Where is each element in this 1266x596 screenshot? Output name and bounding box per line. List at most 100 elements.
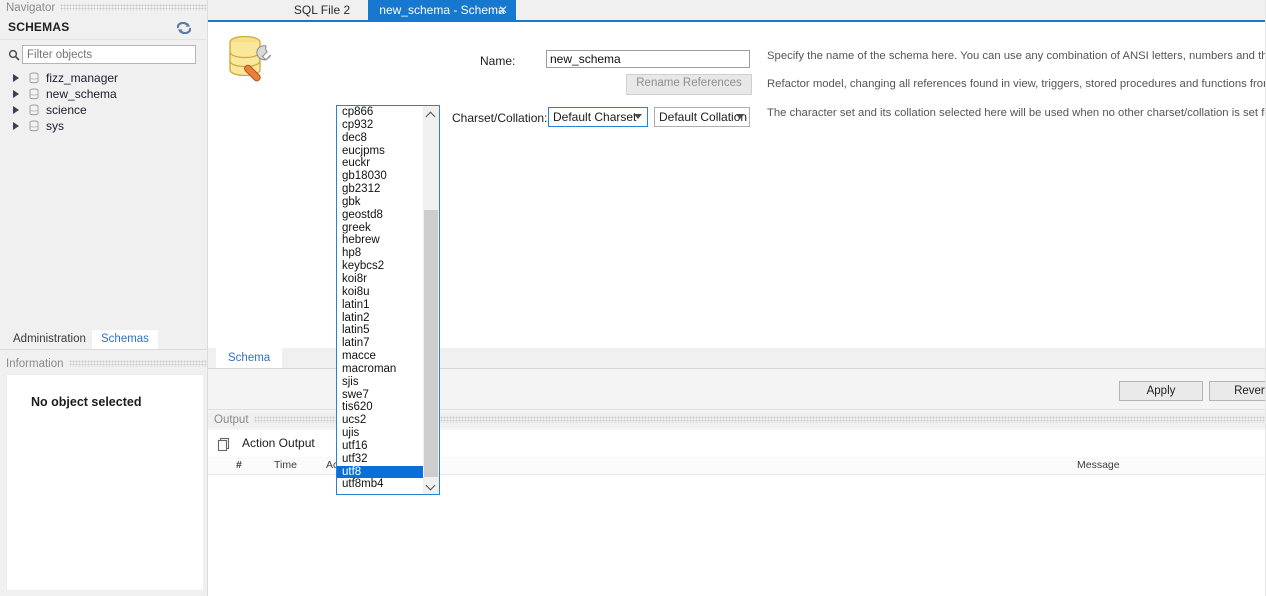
- charset-option-gbk[interactable]: gbk: [337, 196, 423, 209]
- chevron-up-icon[interactable]: [423, 106, 439, 122]
- navigator-caption-label: Navigator: [6, 2, 56, 14]
- tree-item-label: fizz_manager: [46, 71, 119, 85]
- tree-item-fizz-manager[interactable]: fizz_manager: [0, 70, 208, 86]
- tree-item-science[interactable]: science: [0, 102, 208, 118]
- collation-combobox-value: Default Collation: [659, 110, 748, 124]
- charset-option-swe7[interactable]: swe7: [337, 389, 423, 402]
- charset-option-dec8[interactable]: dec8: [337, 132, 423, 145]
- charset-option-macroman[interactable]: macroman: [337, 363, 423, 376]
- charset-option-utf8[interactable]: utf8: [337, 465, 423, 479]
- charset-option-cp866[interactable]: cp866: [337, 106, 423, 119]
- tab-label: new_schema - Schema: [379, 3, 505, 17]
- expand-triangle-icon[interactable]: [13, 74, 19, 82]
- charset-option-cp932[interactable]: cp932: [337, 119, 423, 132]
- filter-objects-input[interactable]: [22, 45, 196, 64]
- expand-triangle-icon[interactable]: [13, 122, 19, 130]
- expand-triangle-icon[interactable]: [13, 90, 19, 98]
- sidebar-tabs: Administration Schemas: [0, 330, 208, 350]
- charset-description: The character set and its collation sele…: [767, 107, 1266, 119]
- caption-dots: [68, 360, 214, 368]
- database-icon: [28, 104, 40, 116]
- schema-tree: fizz_manager new_schema science sys: [0, 70, 208, 134]
- charset-option-gb18030[interactable]: gb18030: [337, 170, 423, 183]
- name-label: Name:: [480, 54, 516, 68]
- filter-row: [0, 44, 208, 68]
- charset-option-utf8mb4[interactable]: utf8mb4: [337, 478, 423, 491]
- charset-option-hp8[interactable]: hp8: [337, 247, 423, 260]
- charset-option-geostd8[interactable]: geostd8: [337, 209, 423, 222]
- charset-option-latin2[interactable]: latin2: [337, 312, 423, 325]
- schema-name-input[interactable]: [546, 50, 750, 68]
- rename-description: Refactor model, changing all references …: [767, 78, 1266, 90]
- charset-option-keybcs2[interactable]: keybcs2: [337, 260, 423, 273]
- refresh-icon[interactable]: [176, 21, 192, 35]
- information-caption: Information: [0, 356, 214, 372]
- charset-option-latin1[interactable]: latin1: [337, 299, 423, 312]
- tab-schemas[interactable]: Schemas: [92, 330, 158, 349]
- navigator-sidebar: Navigator SCHEMAS Filter objects fizz_ma…: [0, 0, 214, 596]
- column-header-message[interactable]: Message: [1077, 457, 1120, 474]
- dropdown-scrollbar[interactable]: [423, 106, 439, 494]
- tab-administration[interactable]: Administration: [4, 330, 95, 349]
- charset-option-macce[interactable]: macce: [337, 350, 423, 363]
- charset-option-latin5[interactable]: latin5: [337, 324, 423, 337]
- tab-sql-file-2[interactable]: SQL File 2: [276, 0, 368, 20]
- database-icon: [28, 88, 40, 100]
- output-caption-label: Output: [214, 414, 249, 426]
- navigator-caption: Navigator: [0, 0, 208, 16]
- charset-option-ucs2[interactable]: ucs2: [337, 414, 423, 427]
- charset-dropdown-options: cp866 cp932 dec8 eucjpms euckr gb18030 gb2312 g…: [337, 106, 423, 491]
- charset-option-gb2312[interactable]: gb2312: [337, 183, 423, 196]
- charset-option-sjis[interactable]: sjis: [337, 376, 423, 389]
- information-panel: No object selected: [6, 374, 204, 591]
- close-icon[interactable]: ✕: [498, 0, 508, 20]
- charset-option-tis620[interactable]: tis620: [337, 401, 423, 414]
- tab-schema[interactable]: Schema: [216, 348, 283, 368]
- apply-button[interactable]: Apply: [1119, 381, 1203, 401]
- column-header-time[interactable]: Time: [274, 457, 297, 474]
- tree-item-label: sys: [46, 119, 64, 133]
- tree-item-new-schema[interactable]: new_schema: [0, 86, 208, 102]
- stack-icon: [216, 437, 232, 453]
- tab-new-schema-schema[interactable]: new_schema - Schema ✕: [368, 0, 516, 20]
- charset-combobox[interactable]: Default Charset: [548, 107, 648, 127]
- database-icon: [28, 120, 40, 132]
- rename-references-button[interactable]: Rename References: [626, 74, 752, 95]
- tab-label: SQL File 2: [293, 3, 351, 17]
- column-header-index[interactable]: #: [236, 457, 242, 474]
- action-output-label: Action Output: [242, 436, 315, 450]
- chevron-down-icon[interactable]: [423, 478, 439, 494]
- charset-option-eucjpms[interactable]: eucjpms: [337, 145, 423, 158]
- mysql-workbench-window: Navigator SCHEMAS Filter objects fizz_ma…: [0, 0, 1266, 596]
- charset-collation-label: Charset/Collation:: [452, 111, 548, 125]
- schemas-header: SCHEMAS: [0, 17, 208, 40]
- collation-combobox[interactable]: Default Collation: [654, 107, 750, 127]
- search-icon: [8, 49, 20, 61]
- charset-dropdown-list[interactable]: cp866 cp932 dec8 eucjpms euckr gb18030 gb2312 g…: [336, 105, 440, 495]
- tree-item-label: science: [46, 103, 87, 117]
- tree-item-sys[interactable]: sys: [0, 118, 208, 134]
- charset-option-ujis[interactable]: ujis: [337, 427, 423, 440]
- scrollbar-thumb[interactable]: [424, 210, 438, 477]
- name-description: Specify the name of the schema here. You…: [767, 50, 1266, 62]
- charset-option-koi8r[interactable]: koi8r: [337, 273, 423, 286]
- schemas-title: SCHEMAS: [8, 20, 70, 34]
- caption-dots: [60, 4, 208, 12]
- charset-option-latin7[interactable]: latin7: [337, 337, 423, 350]
- schema-settings-icon: [222, 30, 280, 86]
- database-icon: [28, 72, 40, 84]
- charset-option-hebrew[interactable]: hebrew: [337, 234, 423, 247]
- chevron-down-icon[interactable]: [634, 114, 642, 119]
- charset-combobox-value: Default Charset: [553, 110, 637, 124]
- charset-option-greek[interactable]: greek: [337, 222, 423, 235]
- tree-item-label: new_schema: [46, 87, 117, 101]
- no-object-selected-text: No object selected: [31, 395, 142, 409]
- editor-tabbar: SQL File 2 new_schema - Schema ✕: [208, 0, 1266, 20]
- chevron-down-icon[interactable]: [736, 114, 744, 119]
- revert-button[interactable]: Revert: [1209, 381, 1266, 401]
- charset-option-koi8u[interactable]: koi8u: [337, 286, 423, 299]
- charset-option-utf32[interactable]: utf32: [337, 453, 423, 466]
- expand-triangle-icon[interactable]: [13, 106, 19, 114]
- charset-option-euckr[interactable]: euckr: [337, 157, 423, 170]
- charset-option-utf16[interactable]: utf16: [337, 440, 423, 453]
